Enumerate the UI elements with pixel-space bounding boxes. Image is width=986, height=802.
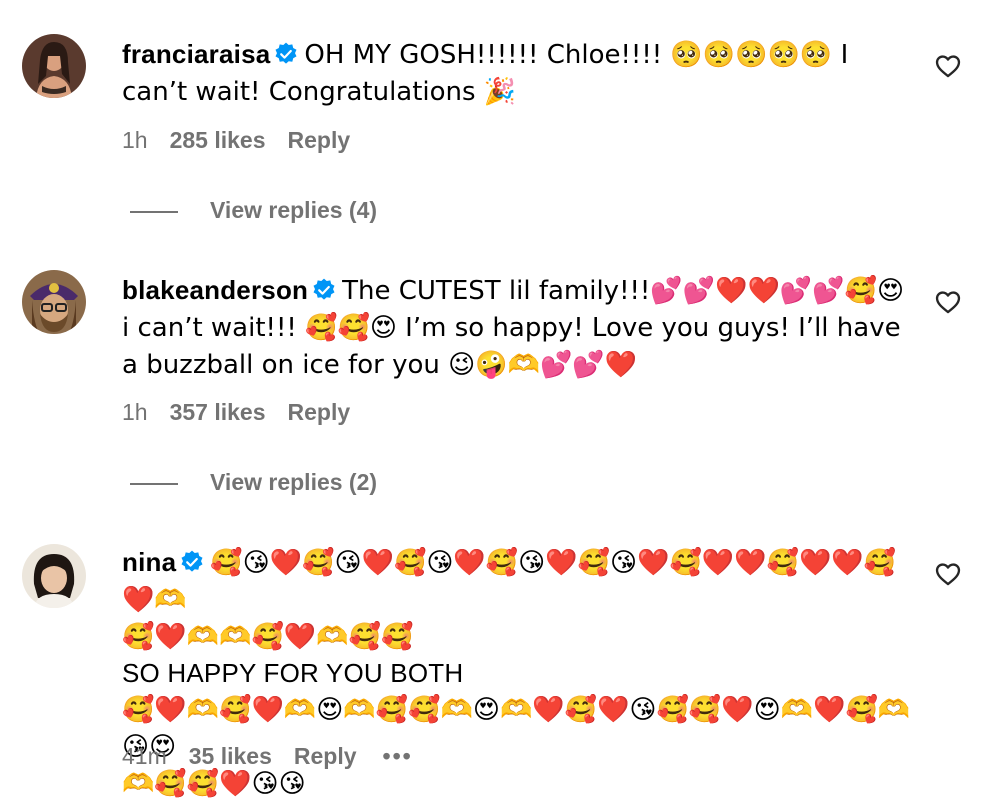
divider-line <box>130 210 178 213</box>
username[interactable]: nina <box>122 547 176 577</box>
reply-button[interactable]: Reply <box>294 743 357 769</box>
avatar[interactable] <box>22 544 86 608</box>
comment-text: SO HAPPY FOR YOU BOTH <box>122 658 464 688</box>
avatar[interactable] <box>22 270 86 334</box>
view-replies-label: View replies (4) <box>210 197 378 223</box>
likes-count[interactable]: 357 likes <box>170 399 266 425</box>
heart-outline-icon[interactable] <box>934 560 962 588</box>
view-replies-label: View replies (2) <box>210 469 378 495</box>
comment-time[interactable]: 1h <box>122 399 148 425</box>
more-dots-icon[interactable]: ••• <box>383 743 413 769</box>
comment-text-block: blakeanderson The CUTEST lil family!!!💕💕❤… <box>122 272 912 383</box>
comment-meta: 1h 357 likes Reply <box>122 398 350 426</box>
reply-button[interactable]: Reply <box>288 399 351 425</box>
verified-badge-icon <box>313 278 335 300</box>
comment-emoji-line: 🫶🥰🥰❤️😘😘 <box>122 769 306 799</box>
comment-meta: 41m 35 likes Reply ••• <box>122 742 413 770</box>
comment-emoji-line: 🥰😘❤️🥰😘❤️🥰😘❤️🥰😘❤️🥰😘❤️🥰❤️❤️🥰❤️❤️🥰❤️🫶 <box>122 548 897 615</box>
heart-outline-icon[interactable] <box>934 288 962 316</box>
reply-button[interactable]: Reply <box>288 127 351 153</box>
view-replies-button[interactable]: View replies (4) <box>130 196 377 224</box>
likes-count[interactable]: 35 likes <box>189 743 272 769</box>
avatar[interactable] <box>22 34 86 98</box>
comment-time[interactable]: 1h <box>122 127 148 153</box>
verified-badge-icon <box>181 550 203 572</box>
username[interactable]: franciaraisa <box>122 39 270 69</box>
verified-badge-icon <box>275 42 297 64</box>
comment-meta: 1h 285 likes Reply <box>122 126 350 154</box>
heart-outline-icon[interactable] <box>934 52 962 80</box>
comment-emoji-line: 🥰❤️🫶🫶🥰❤️🫶🥰🥰 <box>122 622 414 652</box>
username[interactable]: blakeanderson <box>122 275 308 305</box>
likes-count[interactable]: 285 likes <box>170 127 266 153</box>
view-replies-button[interactable]: View replies (2) <box>130 468 377 496</box>
comment-text-block: franciaraisa OH MY GOSH!!!!!! Chloe!!!! 🥺… <box>122 36 912 110</box>
divider-line <box>130 482 178 485</box>
comment-time[interactable]: 41m <box>122 743 167 769</box>
